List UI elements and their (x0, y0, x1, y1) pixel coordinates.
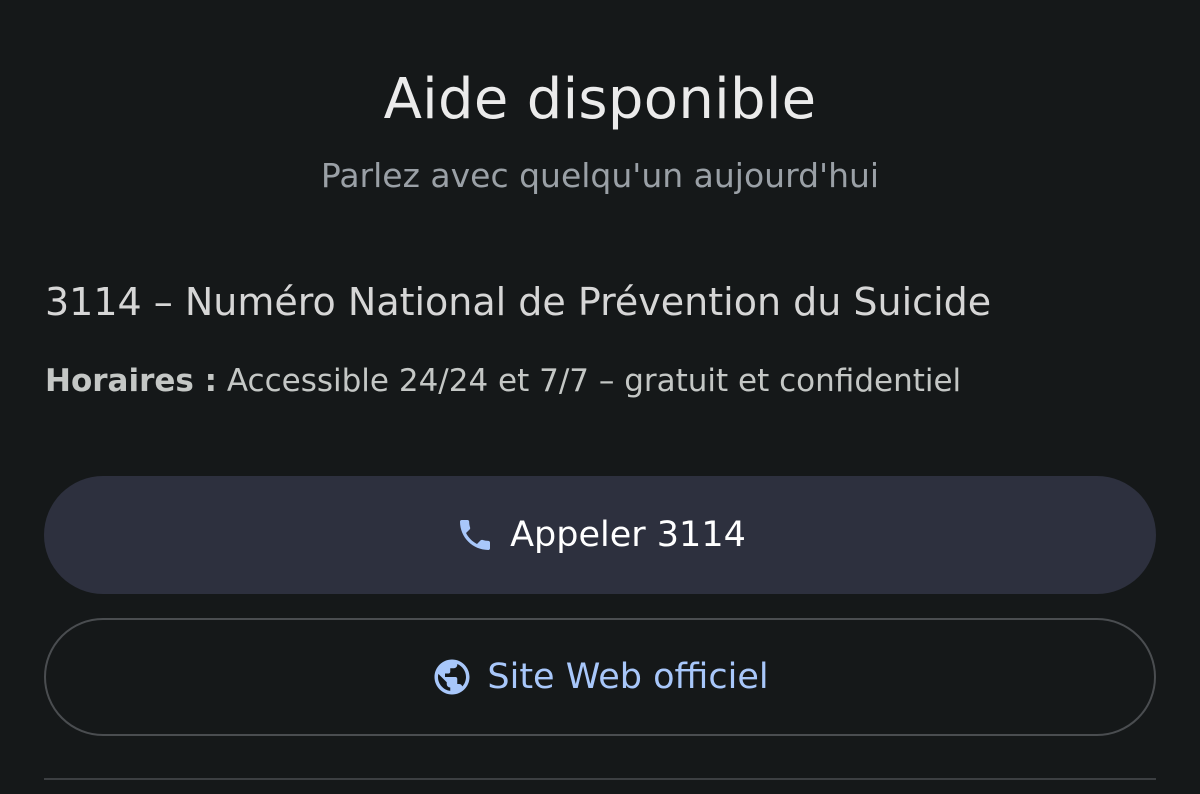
globe-icon (431, 656, 473, 698)
help-panel: Aide disponible Parlez avec quelqu'un au… (0, 0, 1200, 794)
phone-icon (454, 514, 496, 556)
website-button-label: Site Web officiel (487, 657, 769, 697)
hours-label: Horaires : (45, 363, 218, 399)
call-button[interactable]: Appeler 3114 (44, 476, 1156, 594)
service-hours: Horaires : Accessible 24/24 et 7/7 – gra… (45, 360, 961, 402)
divider (44, 778, 1156, 780)
service-name: 3114 – Numéro National de Prévention du … (45, 280, 992, 324)
hours-value: Accessible 24/24 et 7/7 – gratuit et con… (226, 363, 962, 399)
official-website-button[interactable]: Site Web officiel (44, 618, 1156, 736)
call-button-label: Appeler 3114 (510, 515, 746, 555)
page-subtitle: Parlez avec quelqu'un aujourd'hui (320, 156, 880, 195)
page-title: Aide disponible (383, 67, 817, 132)
